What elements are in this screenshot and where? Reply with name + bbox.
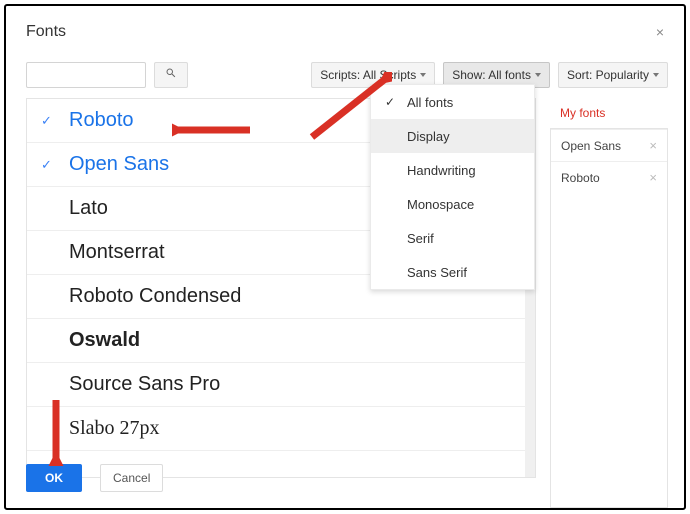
show-dropdown-menu: ✓ All fonts Display Handwriting Monospace Ser… bbox=[370, 84, 535, 290]
font-name: Open Sans bbox=[69, 153, 169, 176]
remove-icon[interactable]: × bbox=[649, 170, 657, 185]
font-name: Montserrat bbox=[69, 241, 165, 264]
font-row[interactable]: Oswald bbox=[27, 319, 525, 363]
dropdown-item[interactable]: ✓ All fonts bbox=[371, 85, 534, 119]
dialog-header: Fonts × bbox=[12, 12, 682, 50]
font-row[interactable]: Source Sans Pro bbox=[27, 363, 525, 407]
check-icon: ✓ bbox=[41, 157, 55, 173]
ok-button[interactable]: OK bbox=[26, 464, 82, 492]
font-name: Lato bbox=[69, 197, 108, 220]
content-area: ✓ Roboto ✓ Open Sans Lato Montserrat Roboto Co… bbox=[12, 98, 682, 478]
my-font-name: Roboto bbox=[561, 171, 600, 185]
dialog-title: Fonts bbox=[26, 23, 66, 41]
dropdown-item-label: Handwriting bbox=[407, 163, 476, 178]
dropdown-item-label: Sans Serif bbox=[407, 265, 467, 280]
dropdown-item[interactable]: Serif bbox=[371, 221, 534, 255]
my-fonts-title: My fonts bbox=[550, 98, 668, 128]
my-font-name: Open Sans bbox=[561, 139, 621, 153]
dropdown-item[interactable]: Handwriting bbox=[371, 153, 534, 187]
font-name: Oswald bbox=[69, 329, 140, 352]
search-button[interactable] bbox=[154, 62, 188, 88]
dropdown-item[interactable]: Display bbox=[371, 119, 534, 153]
font-row[interactable]: Slabo 27px bbox=[27, 407, 525, 451]
check-icon: ✓ bbox=[41, 113, 55, 129]
sidebar: My fonts Open Sans × Roboto × bbox=[550, 98, 668, 478]
dropdown-item-label: Serif bbox=[407, 231, 434, 246]
remove-icon[interactable]: × bbox=[649, 138, 657, 153]
my-font-item[interactable]: Open Sans × bbox=[551, 129, 667, 161]
search-icon bbox=[165, 66, 177, 84]
scripts-dropdown-label: Scripts: All Scripts bbox=[320, 68, 416, 82]
font-name: Roboto Condensed bbox=[69, 285, 241, 308]
dropdown-item-label: All fonts bbox=[407, 95, 453, 110]
toolbar: Scripts: All Scripts Show: All fonts Sor… bbox=[12, 50, 682, 98]
search-input[interactable] bbox=[26, 62, 146, 88]
close-icon[interactable]: × bbox=[652, 20, 668, 44]
dropdown-item[interactable]: Sans Serif bbox=[371, 255, 534, 289]
my-font-item[interactable]: Roboto × bbox=[551, 161, 667, 193]
dialog-footer: OK Cancel bbox=[26, 464, 163, 492]
font-name: Source Sans Pro bbox=[69, 373, 220, 396]
check-icon: ✓ bbox=[385, 95, 397, 109]
dropdown-item-label: Display bbox=[407, 129, 450, 144]
font-name: Roboto bbox=[69, 109, 134, 132]
cancel-button[interactable]: Cancel bbox=[100, 464, 163, 492]
chevron-down-icon bbox=[653, 73, 659, 77]
chevron-down-icon bbox=[535, 73, 541, 77]
fonts-dialog: Fonts × Scripts: All Scripts Show: All f… bbox=[12, 12, 682, 506]
my-fonts-list: Open Sans × Roboto × bbox=[550, 128, 668, 508]
sort-dropdown[interactable]: Sort: Popularity bbox=[558, 62, 668, 88]
chevron-down-icon bbox=[420, 73, 426, 77]
sort-dropdown-label: Sort: Popularity bbox=[567, 68, 649, 82]
window-frame: Fonts × Scripts: All Scripts Show: All f… bbox=[4, 4, 686, 510]
dropdown-item-label: Monospace bbox=[407, 197, 474, 212]
font-name: Slabo 27px bbox=[69, 417, 160, 440]
show-dropdown-label: Show: All fonts bbox=[452, 68, 531, 82]
dropdown-item[interactable]: Monospace bbox=[371, 187, 534, 221]
